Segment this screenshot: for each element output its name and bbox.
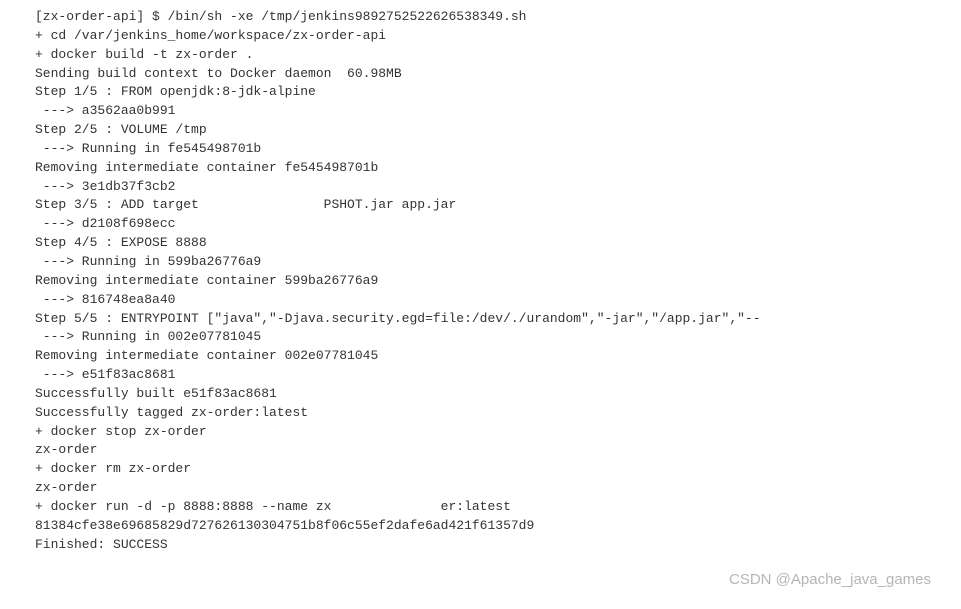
console-line: + cd /var/jenkins_home/workspace/zx-orde… <box>35 27 941 46</box>
console-line: + docker run -d -p 8888:8888 --name zx e… <box>35 498 941 517</box>
console-line: ---> 3e1db37f3cb2 <box>35 178 941 197</box>
console-line: Successfully built e51f83ac8681 <box>35 385 941 404</box>
console-line: 81384cfe38e69685829d727626130304751b8f06… <box>35 517 941 536</box>
console-line: ---> Running in 002e07781045 <box>35 328 941 347</box>
console-line: + docker rm zx-order <box>35 460 941 479</box>
console-line: ---> Running in fe545498701b <box>35 140 941 159</box>
console-line: Step 5/5 : ENTRYPOINT ["java","-Djava.se… <box>35 310 941 329</box>
console-line: Step 4/5 : EXPOSE 8888 <box>35 234 941 253</box>
console-line: + docker stop zx-order <box>35 423 941 442</box>
console-line: Sending build context to Docker daemon 6… <box>35 65 941 84</box>
console-line: Finished: SUCCESS <box>35 536 941 555</box>
console-line: Removing intermediate container fe545498… <box>35 159 941 178</box>
console-line: Step 1/5 : FROM openjdk:8-jdk-alpine <box>35 83 941 102</box>
console-line: Step 2/5 : VOLUME /tmp <box>35 121 941 140</box>
console-line: ---> 816748ea8a40 <box>35 291 941 310</box>
console-line: [zx-order-api] $ /bin/sh -xe /tmp/jenkin… <box>35 8 941 27</box>
console-line: ---> e51f83ac8681 <box>35 366 941 385</box>
console-line: zx-order <box>35 441 941 460</box>
console-line: Step 3/5 : ADD target PSHOT.jar app.jar <box>35 196 941 215</box>
console-output: [zx-order-api] $ /bin/sh -xe /tmp/jenkin… <box>35 8 941 554</box>
console-line: ---> a3562aa0b991 <box>35 102 941 121</box>
console-line: zx-order <box>35 479 941 498</box>
console-line: Removing intermediate container 599ba267… <box>35 272 941 291</box>
console-line: Removing intermediate container 002e0778… <box>35 347 941 366</box>
console-line: ---> d2108f698ecc <box>35 215 941 234</box>
console-line: Successfully tagged zx-order:latest <box>35 404 941 423</box>
console-line: ---> Running in 599ba26776a9 <box>35 253 941 272</box>
console-line: + docker build -t zx-order . <box>35 46 941 65</box>
watermark: CSDN @Apache_java_games <box>729 569 931 591</box>
